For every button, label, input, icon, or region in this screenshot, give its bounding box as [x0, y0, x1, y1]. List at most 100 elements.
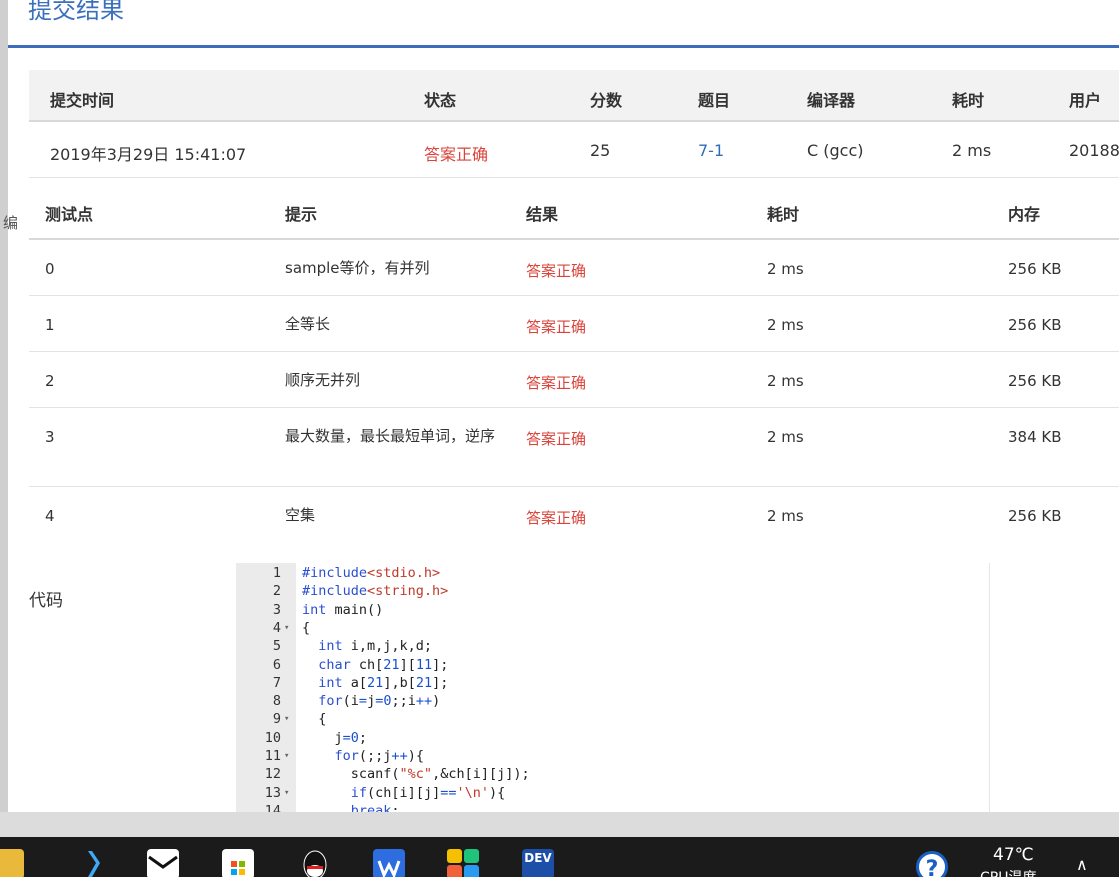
fold-toggle-icon[interactable]: ▾ [284, 619, 289, 637]
summary-row: 2019年3月29日 15:41:07 答案正确 25 7-1 C (gcc) … [29, 122, 1119, 178]
code-text: break; [350, 802, 400, 812]
code-text: j=0; [302, 729, 368, 746]
table-row: 4 空集 答案正确 2 ms 256 KB [29, 487, 1119, 543]
xmind-icon[interactable] [74, 849, 106, 877]
case-time: 2 ms [767, 260, 804, 278]
case-hint: 最大数量，最长最短单词，逆序 [285, 427, 496, 445]
code-line: 3 int main() [236, 601, 990, 619]
chevron-up-icon[interactable]: ∧ [1076, 855, 1088, 874]
case-memory: 256 KB [1008, 372, 1062, 390]
code-line: 7 int a[21],b[21]; [236, 674, 990, 692]
line-number: 10 [264, 729, 281, 746]
window-bottom-strip [0, 812, 1119, 837]
line-number: 7 [272, 674, 281, 691]
elapsed-value: 2 ms [952, 141, 992, 160]
fold-toggle-icon[interactable]: ▾ [284, 784, 289, 802]
left-scroll-edge [0, 0, 8, 812]
header-problem: 题目 [698, 91, 731, 110]
code-text: scanf("%c",&ch[i][j]); [302, 766, 530, 783]
line-number: 2 [272, 583, 281, 600]
line-number: 5 [272, 638, 281, 655]
line-number: 3 [272, 601, 281, 618]
table-row: 2 顺序无并列 答案正确 2 ms 256 KB [29, 352, 1119, 408]
store-icon[interactable] [222, 849, 254, 877]
screen: 提交结果 编 提交时间 状态 分数 题目 编译器 耗时 用户 2019年3月29… [0, 0, 1119, 877]
header-memory: 内存 [1008, 205, 1041, 224]
windows-taskbar: DEV ? 47℃ CPU温度 ∧ [0, 837, 1119, 877]
wps-glyph [377, 860, 401, 877]
header-case-id: 测试点 [45, 205, 94, 224]
cpu-temp-label: CPU温度 [980, 867, 1036, 877]
code-line: 13 ▾ if(ch[i][j]=='\n'){ [236, 784, 990, 802]
header-elapsed: 耗时 [952, 91, 985, 110]
code-line: 12 scanf("%c",&ch[i][j]); [236, 765, 990, 783]
status-badge: 答案正确 [424, 145, 489, 164]
case-hint: 全等长 [285, 315, 331, 333]
fold-toggle-icon[interactable]: ▾ [284, 710, 289, 728]
header-user: 用户 [1069, 91, 1102, 110]
header-status: 状态 [424, 91, 457, 110]
app-icon[interactable] [447, 849, 479, 877]
code-line: 8 for(i=j=0;;i++) [236, 692, 990, 710]
help-icon[interactable]: ? [916, 851, 948, 877]
case-memory: 256 KB [1008, 316, 1062, 334]
editor-right-border [989, 563, 990, 812]
title-divider [8, 45, 1119, 48]
case-hint: sample等价，有并列 [285, 259, 430, 277]
submit-time: 2019年3月29日 15:41:07 [50, 145, 247, 164]
line-number: 14 [264, 802, 281, 812]
code-line: 11 ▾ for(;;j++){ [236, 747, 990, 765]
cases-header-row: 测试点 提示 结果 耗时 内存 [29, 180, 1119, 240]
code-editor[interactable]: 1 #include<stdio.h> 2 #include<string.h> 3 in… [236, 563, 990, 812]
line-number: 9 [272, 711, 281, 728]
problem-link[interactable]: 7-1 [698, 141, 724, 160]
code-text: for(i=j=0;;i++) [318, 693, 441, 710]
case-hint: 空集 [285, 506, 316, 524]
code-text: int main() [302, 601, 384, 618]
code-label: 代码 [29, 591, 63, 611]
code-text: { [302, 711, 327, 728]
line-number: 6 [272, 656, 281, 673]
user-link[interactable]: 20188 [1069, 141, 1119, 160]
code-line: 6 char ch[21][11]; [236, 656, 990, 674]
mail-icon[interactable] [147, 849, 179, 877]
header-hint: 提示 [285, 205, 318, 224]
case-id: 1 [45, 316, 55, 334]
case-memory: 256 KB [1008, 260, 1062, 278]
qq-icon[interactable] [299, 849, 331, 877]
line-number: 12 [264, 766, 281, 783]
case-result: 答案正确 [526, 374, 587, 392]
case-result: 答案正确 [526, 509, 587, 527]
case-result: 答案正确 [526, 430, 587, 448]
code-line: 9 ▾ { [236, 710, 990, 728]
case-result: 答案正确 [526, 262, 587, 280]
line-number: 8 [272, 693, 281, 710]
code-line: 4 ▾ { [236, 619, 990, 637]
qq-glyph [303, 850, 327, 877]
line-number: 1 [272, 565, 281, 581]
header-compiler: 编译器 [807, 91, 856, 110]
dev-cpp-icon[interactable]: DEV [522, 849, 554, 877]
temperature-readout: 47℃ [993, 845, 1034, 865]
line-number: 4 [272, 619, 281, 636]
code-line: 10 j=0; [236, 729, 990, 747]
code-line: 14 break; [236, 802, 990, 812]
app-glyph [447, 849, 479, 877]
header-result: 结果 [526, 205, 559, 224]
header-submit-time: 提交时间 [50, 91, 115, 110]
file-explorer-icon[interactable] [0, 849, 24, 877]
case-id: 2 [45, 372, 55, 390]
test-cases-table: 测试点 提示 结果 耗时 内存 0 sample等价，有并列 答案正确 2 ms… [29, 180, 1119, 543]
fold-toggle-icon[interactable]: ▾ [284, 747, 289, 765]
code-line: 1 #include<stdio.h> [236, 564, 990, 582]
case-time: 2 ms [767, 372, 804, 390]
code-line: 5 int i,m,j,k,d; [236, 637, 990, 655]
summary-header-row: 提交时间 状态 分数 题目 编译器 耗时 用户 [29, 70, 1119, 122]
wps-icon[interactable] [373, 849, 405, 877]
case-result: 答案正确 [526, 318, 587, 336]
clipped-label: 编 [3, 214, 19, 232]
code-text: { [302, 619, 311, 636]
code-text: for(;;j++){ [334, 748, 424, 764]
case-hint: 顺序无并列 [285, 371, 361, 389]
submission-summary-table: 提交时间 状态 分数 题目 编译器 耗时 用户 2019年3月29日 15:41… [29, 70, 1119, 178]
